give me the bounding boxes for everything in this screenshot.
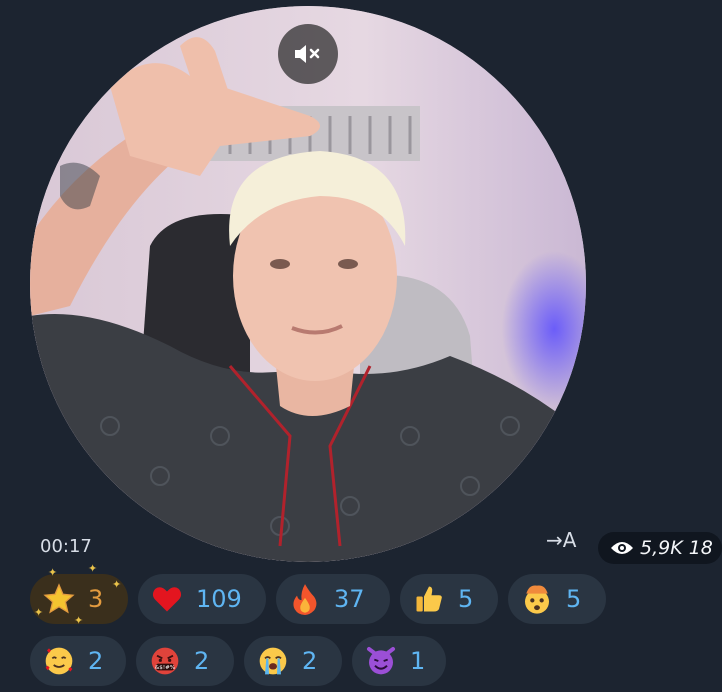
- reaction-exploding-head[interactable]: 5: [508, 574, 606, 624]
- reaction-count: 3: [88, 585, 104, 613]
- round-video-message[interactable]: [30, 6, 586, 562]
- heart-icon: [150, 582, 184, 616]
- svg-text:&$!#%: &$!#%: [155, 665, 175, 671]
- reaction-fire[interactable]: 37: [276, 574, 390, 624]
- reaction-face-with-symbols[interactable]: &$!#% 2: [136, 636, 234, 686]
- sparkle-icon: ✦: [74, 614, 84, 627]
- video-frame: [30, 6, 586, 562]
- star-icon: [42, 582, 76, 616]
- reaction-count: 2: [194, 647, 210, 675]
- reaction-count: 5: [458, 585, 474, 613]
- reaction-count: 5: [566, 585, 582, 613]
- views-count: 5,9K 18: [640, 537, 713, 559]
- reaction-count: 2: [88, 647, 104, 675]
- sparkle-icon: ✦: [34, 606, 44, 619]
- loudly-crying-face-icon: [256, 644, 290, 678]
- sparkle-icon: ✦: [112, 578, 122, 591]
- thumbs-up-icon: [412, 582, 446, 616]
- reaction-heart[interactable]: 109: [138, 574, 266, 624]
- smiling-devil-icon: [364, 644, 398, 678]
- reaction-loudly-crying-face[interactable]: 2: [244, 636, 342, 686]
- reaction-count: 1: [410, 647, 426, 675]
- mute-toggle-button[interactable]: [278, 24, 338, 84]
- face-with-symbols-icon: &$!#%: [148, 644, 182, 678]
- reaction-smiling-face-with-hearts[interactable]: 2: [30, 636, 126, 686]
- sparkle-icon: ✦: [88, 562, 98, 575]
- video-duration: 00:17: [40, 536, 92, 557]
- reaction-smiling-devil[interactable]: 1: [352, 636, 446, 686]
- translate-button[interactable]: →A: [546, 528, 576, 552]
- sparkle-icon: ✦: [48, 566, 58, 579]
- reaction-count: 109: [196, 585, 242, 613]
- reaction-count: 37: [334, 585, 365, 613]
- eye-icon: [611, 542, 633, 554]
- reaction-thumbs-up[interactable]: 5: [400, 574, 498, 624]
- fire-icon: [288, 582, 322, 616]
- speaker-muted-icon: [295, 45, 320, 63]
- reaction-count: 2: [302, 647, 318, 675]
- exploding-head-icon: [520, 582, 554, 616]
- smiling-face-with-hearts-icon: [42, 644, 76, 678]
- views-badge: 5,9K 18: [598, 532, 722, 564]
